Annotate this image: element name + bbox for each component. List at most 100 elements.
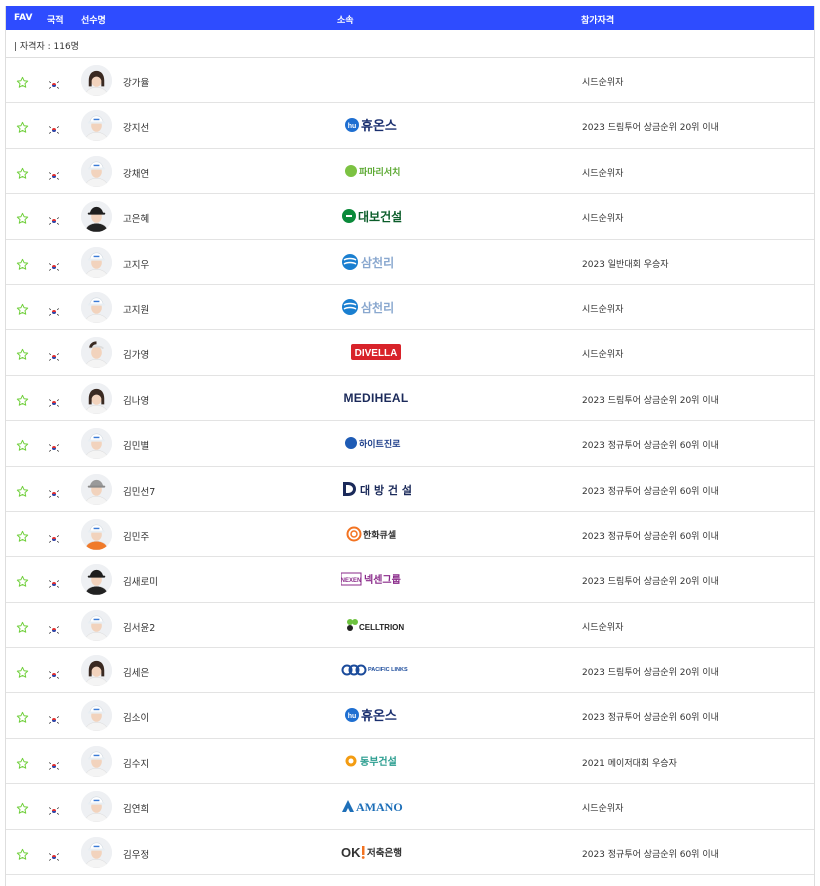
favorite-star-icon[interactable] (16, 74, 29, 88)
player-name[interactable]: 강지선 (123, 120, 149, 134)
favorite-star-icon[interactable] (16, 755, 29, 769)
player-avatar[interactable] (81, 518, 112, 550)
favorite-star-icon[interactable] (16, 119, 29, 134)
team-logo: AMANO (336, 794, 416, 818)
table-row[interactable]: 강지선 hu 휴온스 2023 드림투어 상금순위 20위 이내 (6, 103, 814, 149)
player-avatar[interactable] (81, 745, 112, 777)
svg-text:AMANO: AMANO (356, 800, 403, 814)
header-qualification[interactable]: 참가자격 (581, 13, 614, 26)
player-avatar[interactable] (81, 564, 112, 596)
player-name[interactable]: 김가영 (123, 347, 149, 361)
favorite-star-icon[interactable] (16, 165, 29, 179)
team-logo (336, 68, 416, 92)
favorite-star-icon[interactable] (16, 619, 29, 633)
svg-text:DIVELLA: DIVELLA (355, 348, 398, 359)
favorite-star-icon[interactable] (16, 573, 29, 587)
header-team[interactable]: 소속 (337, 13, 354, 26)
svg-text:하이트진로: 하이트진로 (359, 438, 401, 450)
player-name[interactable]: 김연희 (123, 801, 149, 815)
player-name[interactable]: 고지원 (123, 302, 149, 316)
player-name[interactable]: 김서윤2 (123, 620, 155, 634)
svg-text:넥센그룹: 넥센그룹 (364, 573, 401, 586)
player-name[interactable]: 김민별 (123, 438, 149, 452)
player-avatar[interactable] (81, 155, 112, 187)
player-avatar[interactable] (81, 700, 112, 732)
player-avatar[interactable] (81, 382, 112, 414)
player-name[interactable]: 고지우 (123, 257, 149, 271)
table-row[interactable]: 김수지 동부건설 2021 메이저대회 우승자 (6, 739, 814, 785)
player-avatar[interactable] (81, 291, 112, 323)
header-player[interactable]: 선수명 (81, 13, 106, 26)
qualification-text: 2023 드림투어 상금순위 20위 이내 (582, 123, 719, 134)
svg-text:OK: OK (341, 845, 361, 860)
player-name[interactable]: 김민선7 (123, 484, 155, 498)
table-row[interactable]: 김민주 한화큐셀 2023 정규투어 상금순위 60위 이내 (6, 512, 814, 558)
player-avatar[interactable] (81, 110, 112, 142)
table-row[interactable]: 강채연 파마리서치 시드순위자 (6, 149, 814, 195)
player-name[interactable]: 강채연 (123, 166, 149, 180)
table-row[interactable]: 김민별 하이트진로 2023 정규투어 상금순위 60위 이내 (6, 421, 814, 467)
favorite-star-icon[interactable] (16, 528, 29, 542)
qualification-text: 2023 정규투어 상금순위 60위 이내 (582, 531, 719, 542)
qualification-text: 2023 정규투어 상금순위 60위 이내 (582, 441, 719, 452)
team-logo: PACIFIC LINKS (336, 658, 416, 682)
player-avatar[interactable] (81, 428, 112, 460)
player-avatar[interactable] (81, 836, 112, 868)
team-logo: 한화큐셀 (336, 522, 416, 546)
player-name[interactable]: 강가율 (123, 75, 149, 89)
header-country[interactable]: 국적 (47, 13, 64, 26)
player-avatar[interactable] (81, 65, 112, 96)
table-row[interactable]: 김연희 AMANO 시드순위자 (6, 784, 814, 830)
table-row[interactable]: 김세은 PACIFIC LINKS 2023 드림투어 상금순위 20위 이내 (6, 648, 814, 694)
korea-flag-icon (48, 438, 60, 454)
favorite-star-icon[interactable] (16, 346, 29, 361)
favorite-star-icon[interactable] (16, 483, 29, 497)
favorite-star-icon[interactable] (16, 846, 29, 860)
header-fav[interactable]: FAV (14, 13, 32, 23)
table-row[interactable]: 김우정 OK 저축은행 2023 정규투어 상금순위 60위 이내 (6, 830, 814, 876)
team-logo: 파마리서치 (336, 159, 416, 183)
korea-flag-icon (48, 847, 60, 862)
favorite-star-icon[interactable] (16, 392, 29, 406)
favorite-star-icon[interactable] (16, 800, 29, 814)
favorite-star-icon[interactable] (16, 437, 29, 451)
team-logo: 동부건설 (336, 749, 416, 773)
player-avatar[interactable] (81, 201, 112, 233)
favorite-star-icon[interactable] (16, 301, 29, 315)
player-avatar[interactable] (81, 609, 112, 641)
favorite-star-icon[interactable] (16, 256, 29, 270)
table-row[interactable]: 고은혜 대보건설 시드순위자 (6, 194, 814, 240)
table-row[interactable]: 고지우 삼천리 2023 일반대회 우승자 (6, 240, 814, 285)
korea-flag-icon (48, 620, 60, 635)
player-avatar[interactable] (81, 473, 112, 505)
player-name[interactable]: 김수지 (123, 756, 149, 770)
player-avatar[interactable] (81, 791, 112, 823)
player-name[interactable]: 김새로미 (123, 574, 158, 588)
player-avatar[interactable] (81, 246, 112, 278)
player-name[interactable]: 김소이 (123, 710, 149, 724)
favorite-star-icon[interactable] (16, 210, 29, 224)
table-row[interactable]: 김소이 hu 휴온스 2023 정규투어 상금순위 60위 이내 (6, 693, 814, 739)
favorite-star-icon[interactable] (16, 709, 29, 724)
table-row[interactable]: 김서윤2 CELLTRION 시드순위자 (6, 603, 814, 649)
table-row[interactable]: 고지원 삼천리 시드순위자 (6, 285, 814, 331)
table-row[interactable]: 김새로미 NEXEN 넥센그룹 2023 드림투어 상금순위 20위 이내 (6, 557, 814, 603)
player-name[interactable]: 김나영 (123, 393, 149, 407)
korea-flag-icon (48, 257, 60, 272)
player-name[interactable]: 김세은 (123, 665, 149, 679)
player-name[interactable]: 고은혜 (123, 211, 149, 225)
svg-text:hu: hu (348, 123, 357, 130)
svg-text:대 방 건 설: 대 방 건 설 (360, 483, 411, 497)
table-row[interactable]: 김민선7 대 방 건 설 2023 정규투어 상금순위 60위 이내 (6, 467, 814, 512)
team-logo: 대 방 건 설 (336, 477, 416, 501)
table-row[interactable]: 김가영 DIVELLA 시드순위자 (6, 330, 814, 376)
table-row[interactable]: 강가율 시드순위자 (6, 58, 814, 104)
player-avatar[interactable] (81, 655, 112, 687)
team-logo: hu 휴온스 (336, 113, 416, 137)
player-name[interactable]: 김우정 (123, 847, 149, 861)
table-row[interactable]: 김나영 MEDIHEAL 2023 드림투어 상금순위 20위 이내 (6, 376, 814, 422)
player-avatar[interactable] (81, 337, 112, 369)
player-name[interactable]: 김민주 (123, 529, 149, 543)
favorite-star-icon[interactable] (16, 664, 29, 678)
korea-flag-icon (48, 710, 60, 726)
